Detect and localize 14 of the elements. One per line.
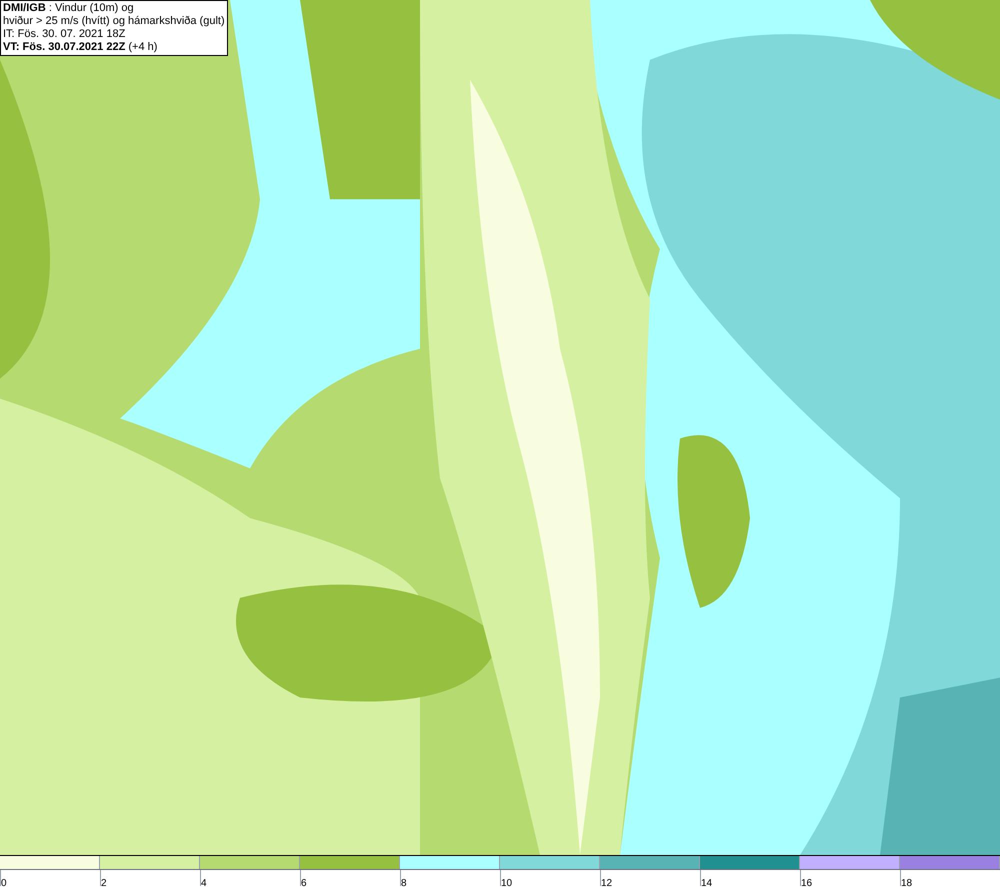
legend-label: 2	[101, 878, 107, 887]
legend-label: 4	[201, 878, 207, 887]
info-line: DMI/IGB : Vindur (10m) og	[3, 2, 135, 15]
legend-label: 14	[701, 878, 712, 887]
legend-label: 18	[901, 878, 912, 887]
info-line: IT: Fös. 30. 07. 2021 18Z	[3, 28, 126, 41]
info-line: hviður > 25 m/s (hvítt) og hámarkshviða (gult)	[3, 15, 225, 28]
legend-label: 16	[801, 878, 812, 887]
legend-label: 8	[401, 878, 407, 887]
legend-label: 6	[301, 878, 307, 887]
info-line: VT: Fös. 30.07.2021 22Z (+4 h)	[3, 41, 158, 54]
legend-label: 12	[601, 878, 612, 887]
legend-label: 10	[501, 878, 512, 887]
legend-label: 0	[1, 878, 7, 887]
